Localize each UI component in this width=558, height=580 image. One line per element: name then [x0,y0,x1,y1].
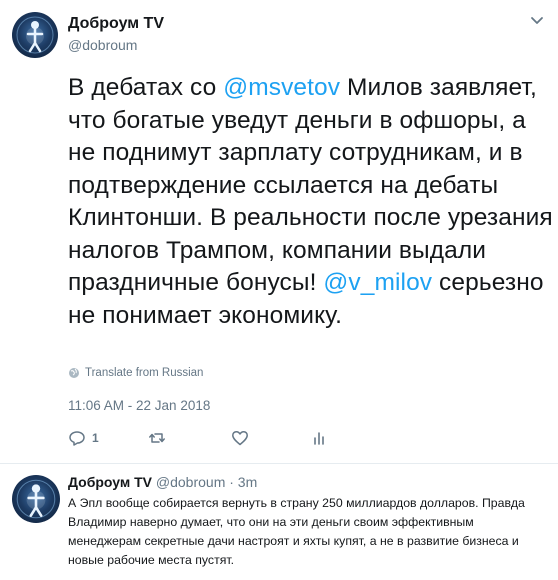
globe-icon [69,368,79,378]
reply-count: 1 [92,431,99,445]
mention-link[interactable]: @v_milov [323,269,432,296]
reply-display-name[interactable]: Доброум TV [68,474,152,490]
chevron-down-icon[interactable] [530,14,544,28]
reply-text: А Эпл вообще собирается вернуть в страну… [68,496,525,567]
reply-meta[interactable]: @dobroum · 3m [156,474,257,490]
retweet-icon [149,433,165,443]
reply-icon [69,431,85,446]
analytics-icon [314,432,324,445]
avatar[interactable] [12,12,58,58]
translate-link[interactable]: Translate from Russian [68,367,203,379]
analytics-button[interactable] [310,428,328,448]
tweet-text: В дебатах со @msvetov Милов заявляет, чт… [68,72,554,332]
like-button[interactable] [231,428,255,448]
heart-icon [232,430,248,446]
tweet-actions: 1 [68,428,368,448]
reply-tweet[interactable]: Доброум TV @dobroum · 3m А Эпл вообще со… [0,464,558,580]
tweet-text-part: В дебатах со [68,74,224,101]
mention-link[interactable]: @msvetov [223,74,340,101]
reply-header: Доброум TV @dobroum · 3m [68,474,257,490]
glowing-figure-icon [16,16,54,54]
translate-label: Translate from Russian [85,367,204,379]
timestamp[interactable]: 11:06 AM - 22 Jan 2018 [68,398,210,413]
reply-button[interactable]: 1 [68,428,99,448]
retweet-button[interactable] [148,428,172,448]
tweet-text-part: Милов заявляет, что богатые уведут деньг… [68,74,553,296]
glowing-figure-icon [16,479,56,519]
display-name[interactable]: Доброум TV [68,15,164,33]
reply-avatar[interactable] [12,475,60,523]
handle[interactable]: @dobroum [68,37,137,53]
